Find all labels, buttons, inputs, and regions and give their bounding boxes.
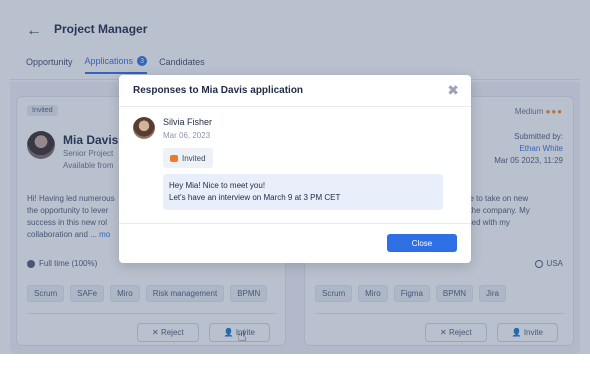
chat-icon (170, 154, 178, 162)
status-label: Invited (182, 153, 206, 163)
modal-divider (119, 223, 471, 224)
modal-title: Responses to Mia Davis application (133, 85, 304, 96)
response-date: Mar 06, 2023 (163, 131, 211, 140)
modal-header: Responses to Mia Davis application ✖ (119, 75, 471, 107)
response-message: Hey Mia! Nice to meet you! Let's have an… (163, 174, 443, 210)
avatar (133, 117, 155, 139)
responses-modal: Responses to Mia Davis application ✖ Sil… (119, 75, 471, 263)
response-status-badge: Invited (163, 148, 213, 168)
hand-cursor-icon: ☝ (237, 328, 247, 345)
responder-name: Silvia Fisher (163, 117, 213, 127)
close-button[interactable]: Close (387, 234, 457, 252)
close-icon[interactable]: ✖ (447, 82, 459, 99)
message-line: Hey Mia! Nice to meet you! (169, 181, 266, 190)
message-line: Let's have an interview on March 9 at 3 … (169, 193, 341, 202)
